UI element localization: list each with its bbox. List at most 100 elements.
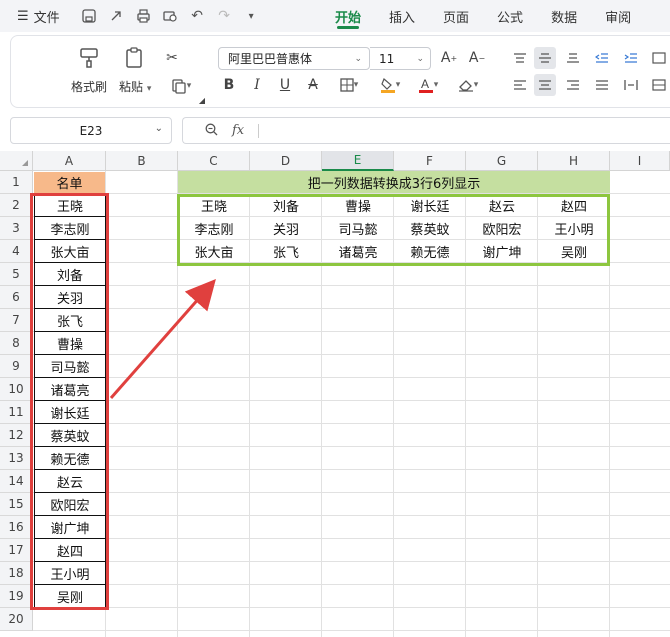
tab-review[interactable]: 审阅 <box>605 0 631 32</box>
format-painter-button[interactable]: 格式刷 <box>71 46 107 95</box>
undo-icon[interactable]: ↶ <box>190 8 205 24</box>
row-header-15[interactable]: 15 <box>0 493 33 516</box>
link-icon[interactable] <box>109 9 124 24</box>
tab-insert[interactable]: 插入 <box>389 0 415 32</box>
zoom-search-icon[interactable] <box>205 123 218 139</box>
increase-indent-icon[interactable] <box>620 47 642 69</box>
paste-chevron-icon[interactable]: ▾ <box>147 84 152 94</box>
tab-formulas[interactable]: 公式 <box>497 0 523 32</box>
borders-button[interactable]: ▾ <box>333 74 365 96</box>
row-gridline <box>33 423 670 424</box>
bold-icon[interactable]: B <box>218 74 240 96</box>
row-header-16[interactable]: 16 <box>0 516 33 539</box>
tab-home[interactable]: 开始 <box>335 0 361 32</box>
paste-label: 粘贴 ▾ <box>119 80 152 94</box>
row-gridline <box>33 607 670 608</box>
row-header-7[interactable]: 7 <box>0 309 33 332</box>
font-color-icon: A <box>418 77 433 93</box>
column-header-e[interactable]: E <box>322 151 394 171</box>
redo-icon[interactable]: ↷ <box>217 8 232 24</box>
ribbon-home: 格式刷 粘贴 ▾ ✂ ▾ 阿里巴巴普惠体 ⌄ 11 ⌄ A + A − B I U … <box>10 35 670 108</box>
font-name-chevron-icon: ⌄ <box>354 53 362 64</box>
file-menu-label: 文件 <box>33 10 60 26</box>
tab-page[interactable]: 页面 <box>443 0 469 32</box>
distributed-align-icon[interactable] <box>620 74 642 96</box>
copy-chevron-icon: ▾ <box>186 81 192 91</box>
select-all-corner[interactable] <box>0 151 33 171</box>
row-header-2[interactable]: 2 <box>0 194 33 217</box>
row-header-12[interactable]: 12 <box>0 424 33 447</box>
name-list-header[interactable]: 名单 <box>34 172 105 193</box>
row-gridline <box>33 354 670 355</box>
justify-icon[interactable] <box>591 74 613 96</box>
decrease-indent-icon[interactable] <box>591 47 613 69</box>
copy-button[interactable]: ▾ <box>164 75 198 97</box>
font-size-select[interactable]: 11 ⌄ <box>370 47 431 70</box>
underline-icon[interactable]: U <box>274 74 296 96</box>
row-header-20[interactable]: 20 <box>0 608 33 631</box>
fill-color-button[interactable]: ▾ <box>374 74 406 96</box>
strikethrough-icon[interactable]: A <box>302 74 324 96</box>
align-bottom-icon[interactable] <box>562 47 584 69</box>
wrap-text-icon[interactable] <box>648 47 670 69</box>
svg-text:A: A <box>421 77 429 91</box>
row-header-19[interactable]: 19 <box>0 585 33 608</box>
column-header-i[interactable]: I <box>610 151 670 171</box>
name-box-chevron-icon[interactable]: ⌄ <box>155 123 163 134</box>
ribbon-tabs: 开始 插入 页面 公式 数据 审阅 <box>335 0 659 32</box>
fill-color-chevron-icon: ▾ <box>395 80 401 90</box>
align-left-icon[interactable] <box>509 74 531 96</box>
column-header-f[interactable]: F <box>394 151 466 171</box>
row-gridline <box>33 561 670 562</box>
italic-icon[interactable]: I <box>246 74 268 96</box>
column-header-c[interactable]: C <box>178 151 250 171</box>
insert-function-icon[interactable]: fx <box>232 123 244 138</box>
print-icon[interactable] <box>136 9 151 24</box>
column-header-a[interactable]: A <box>33 151 106 171</box>
increase-font-icon[interactable]: A + <box>438 47 460 69</box>
row-header-10[interactable]: 10 <box>0 378 33 401</box>
align-middle-icon[interactable] <box>534 47 556 69</box>
print-preview-icon[interactable] <box>163 9 178 24</box>
customize-toolbar-chevron-icon[interactable]: ▾ <box>244 9 259 24</box>
fill-color-icon <box>380 77 395 93</box>
row-gridline <box>33 400 670 401</box>
column-header-h[interactable]: H <box>538 151 610 171</box>
result-title[interactable]: 把一列数据转换成3行6列显示 <box>178 171 610 193</box>
eraser-icon <box>458 80 473 92</box>
row-gridline <box>33 331 670 332</box>
row-header-3[interactable]: 3 <box>0 217 33 240</box>
decrease-font-icon[interactable]: A − <box>466 47 488 69</box>
row-header-1[interactable]: 1 <box>0 171 33 194</box>
row-header-11[interactable]: 11 <box>0 401 33 424</box>
row-gridline <box>33 377 670 378</box>
file-menu[interactable]: ☰ 文件 <box>0 7 60 26</box>
row-header-9[interactable]: 9 <box>0 355 33 378</box>
align-right-icon[interactable] <box>562 74 584 96</box>
formula-bar[interactable]: fx <box>182 117 670 144</box>
merge-cells-icon[interactable] <box>648 74 670 96</box>
font-color-button[interactable]: A ▾ <box>412 74 444 96</box>
row-header-14[interactable]: 14 <box>0 470 33 493</box>
align-center-icon[interactable] <box>534 74 556 96</box>
row-header-6[interactable]: 6 <box>0 286 33 309</box>
row-header-8[interactable]: 8 <box>0 332 33 355</box>
column-header-b[interactable]: B <box>106 151 178 171</box>
row-header-17[interactable]: 17 <box>0 539 33 562</box>
row-header-18[interactable]: 18 <box>0 562 33 585</box>
tab-data[interactable]: 数据 <box>551 0 577 32</box>
align-top-icon[interactable] <box>509 47 531 69</box>
row-gridline <box>33 584 670 585</box>
font-dialog-launcher-icon[interactable]: ◢ <box>197 95 207 105</box>
cut-icon[interactable]: ✂ <box>161 47 183 69</box>
name-box[interactable]: E23 ⌄ <box>10 117 172 144</box>
row-header-13[interactable]: 13 <box>0 447 33 470</box>
font-name-select[interactable]: 阿里巴巴普惠体 ⌄ <box>218 47 370 70</box>
save-icon[interactable] <box>82 9 97 24</box>
column-header-g[interactable]: G <box>466 151 538 171</box>
paste-button[interactable]: 粘贴 ▾ <box>119 46 151 95</box>
row-header-4[interactable]: 4 <box>0 240 33 263</box>
column-header-d[interactable]: D <box>250 151 322 171</box>
clear-format-button[interactable]: ▾ <box>452 74 484 96</box>
row-header-5[interactable]: 5 <box>0 263 33 286</box>
